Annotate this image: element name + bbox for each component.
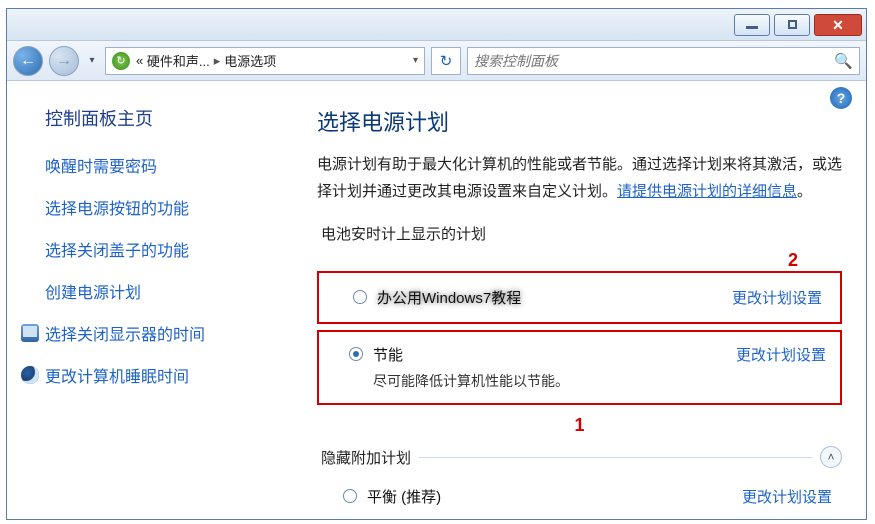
- change-plan-link-0[interactable]: 更改计划设置: [732, 287, 822, 308]
- sidebar-item-create-plan[interactable]: 创建电源计划: [45, 279, 293, 303]
- plan-desc-1: 尽可能降低计算机性能以节能。: [373, 371, 724, 391]
- help-button[interactable]: ?: [830, 87, 852, 109]
- plan-row-0: 办公用Windows7教程 更改计划设置: [327, 279, 832, 316]
- sidebar-item-sleep[interactable]: 更改计算机睡眠时间: [21, 363, 293, 387]
- refresh-button[interactable]: ↻: [431, 47, 461, 75]
- annotation-2: 2: [317, 250, 798, 271]
- sidebar: 控制面板主页 唤醒时需要密码 选择电源按钮的功能 选择关闭盖子的功能 创建电源计…: [7, 81, 307, 519]
- change-plan-link-1[interactable]: 更改计划设置: [736, 344, 826, 365]
- sidebar-item-password[interactable]: 唤醒时需要密码: [45, 153, 293, 177]
- section-battery-label: 电池安时计上显示的计划: [321, 223, 842, 244]
- search-input[interactable]: [474, 53, 834, 69]
- moon-icon: [21, 366, 39, 384]
- content-area: 控制面板主页 唤醒时需要密码 选择电源按钮的功能 选择关闭盖子的功能 创建电源计…: [7, 81, 866, 519]
- plan-row-2: 平衡 (推荐) 更改计划设置: [317, 478, 842, 515]
- annotation-1: 1: [317, 415, 842, 436]
- plan-name-1[interactable]: 节能: [373, 344, 724, 365]
- maximize-button[interactable]: [774, 14, 810, 36]
- search-box[interactable]: 🔍: [467, 47, 860, 75]
- chevron-right-icon: ▸: [214, 53, 221, 69]
- sidebar-home-link[interactable]: 控制面板主页: [45, 105, 293, 131]
- control-panel-window: ✕ ← → ▾ « 硬件和声... ▸ 电源选项 ▾ ↻ 🔍 控制面板主页 唤醒…: [6, 8, 867, 520]
- sidebar-item-display-off[interactable]: 选择关闭显示器的时间: [21, 321, 293, 345]
- breadcrumb-bar[interactable]: « 硬件和声... ▸ 电源选项 ▾: [105, 47, 425, 75]
- nav-history-dropdown[interactable]: ▾: [85, 46, 99, 76]
- monitor-icon: [21, 324, 39, 342]
- section-hidden-label: 隐藏附加计划 ˄: [321, 446, 842, 468]
- plan-radio-2[interactable]: [343, 489, 357, 503]
- plan-name-0[interactable]: 办公用Windows7教程: [377, 287, 720, 308]
- plan-text-1: 节能 尽可能降低计算机性能以节能。: [373, 344, 724, 391]
- desc-link[interactable]: 请提供电源计划的详细信息: [617, 183, 797, 200]
- search-icon: 🔍: [834, 52, 853, 70]
- close-button[interactable]: ✕: [814, 14, 862, 36]
- breadcrumb-chevron-icon: «: [136, 53, 143, 68]
- sidebar-item-power-button[interactable]: 选择电源按钮的功能: [45, 195, 293, 219]
- window-titlebar: ✕: [7, 9, 866, 41]
- expand-button[interactable]: ˄: [820, 446, 842, 468]
- plan-radio-0[interactable]: [353, 290, 367, 304]
- page-title: 选择电源计划: [317, 105, 842, 137]
- minimize-button[interactable]: [734, 14, 770, 36]
- plan-text-2: 平衡 (推荐): [367, 486, 730, 507]
- plan-name-2[interactable]: 平衡 (推荐): [367, 486, 730, 507]
- chevron-down-icon[interactable]: ▾: [413, 55, 418, 66]
- arrow-right-icon: →: [56, 52, 72, 70]
- refresh-icon: ↻: [440, 52, 453, 70]
- plan-text-0: 办公用Windows7教程: [377, 287, 720, 308]
- plan-row-1: 节能 尽可能降低计算机性能以节能。 更改计划设置: [323, 336, 836, 399]
- plan-radio-1[interactable]: [349, 347, 363, 361]
- breadcrumb-level1[interactable]: 硬件和声...: [147, 51, 210, 70]
- chevron-up-icon: ˄: [827, 450, 834, 464]
- page-description: 电源计划有助于最大化计算机的性能或者节能。通过选择计划来将其激活，或选择计划并通…: [317, 151, 842, 205]
- sidebar-item-label: 更改计算机睡眠时间: [45, 363, 189, 387]
- close-icon: ✕: [832, 18, 844, 32]
- back-button[interactable]: ←: [13, 46, 43, 76]
- forward-button[interactable]: →: [49, 46, 79, 76]
- breadcrumb-level2[interactable]: 电源选项: [224, 51, 276, 70]
- maximize-icon: [788, 20, 797, 29]
- sidebar-item-label: 选择关闭显示器的时间: [45, 321, 205, 345]
- section-hidden-text: 隐藏附加计划: [321, 447, 411, 468]
- help-icon: ?: [837, 90, 846, 106]
- arrow-left-icon: ←: [20, 52, 36, 70]
- nav-toolbar: ← → ▾ « 硬件和声... ▸ 电源选项 ▾ ↻ 🔍: [7, 41, 866, 81]
- main-panel: ? 选择电源计划 电源计划有助于最大化计算机的性能或者节能。通过选择计划来将其激…: [307, 81, 866, 519]
- change-plan-link-2[interactable]: 更改计划设置: [742, 486, 832, 507]
- control-panel-icon: [112, 52, 130, 70]
- divider: [419, 457, 812, 458]
- annotation-box-1: 节能 尽可能降低计算机性能以节能。 更改计划设置: [317, 330, 842, 405]
- desc-period: 。: [797, 183, 812, 200]
- annotation-box-2: 办公用Windows7教程 更改计划设置: [317, 271, 842, 324]
- minimize-icon: [746, 26, 758, 29]
- sidebar-item-lid[interactable]: 选择关闭盖子的功能: [45, 237, 293, 261]
